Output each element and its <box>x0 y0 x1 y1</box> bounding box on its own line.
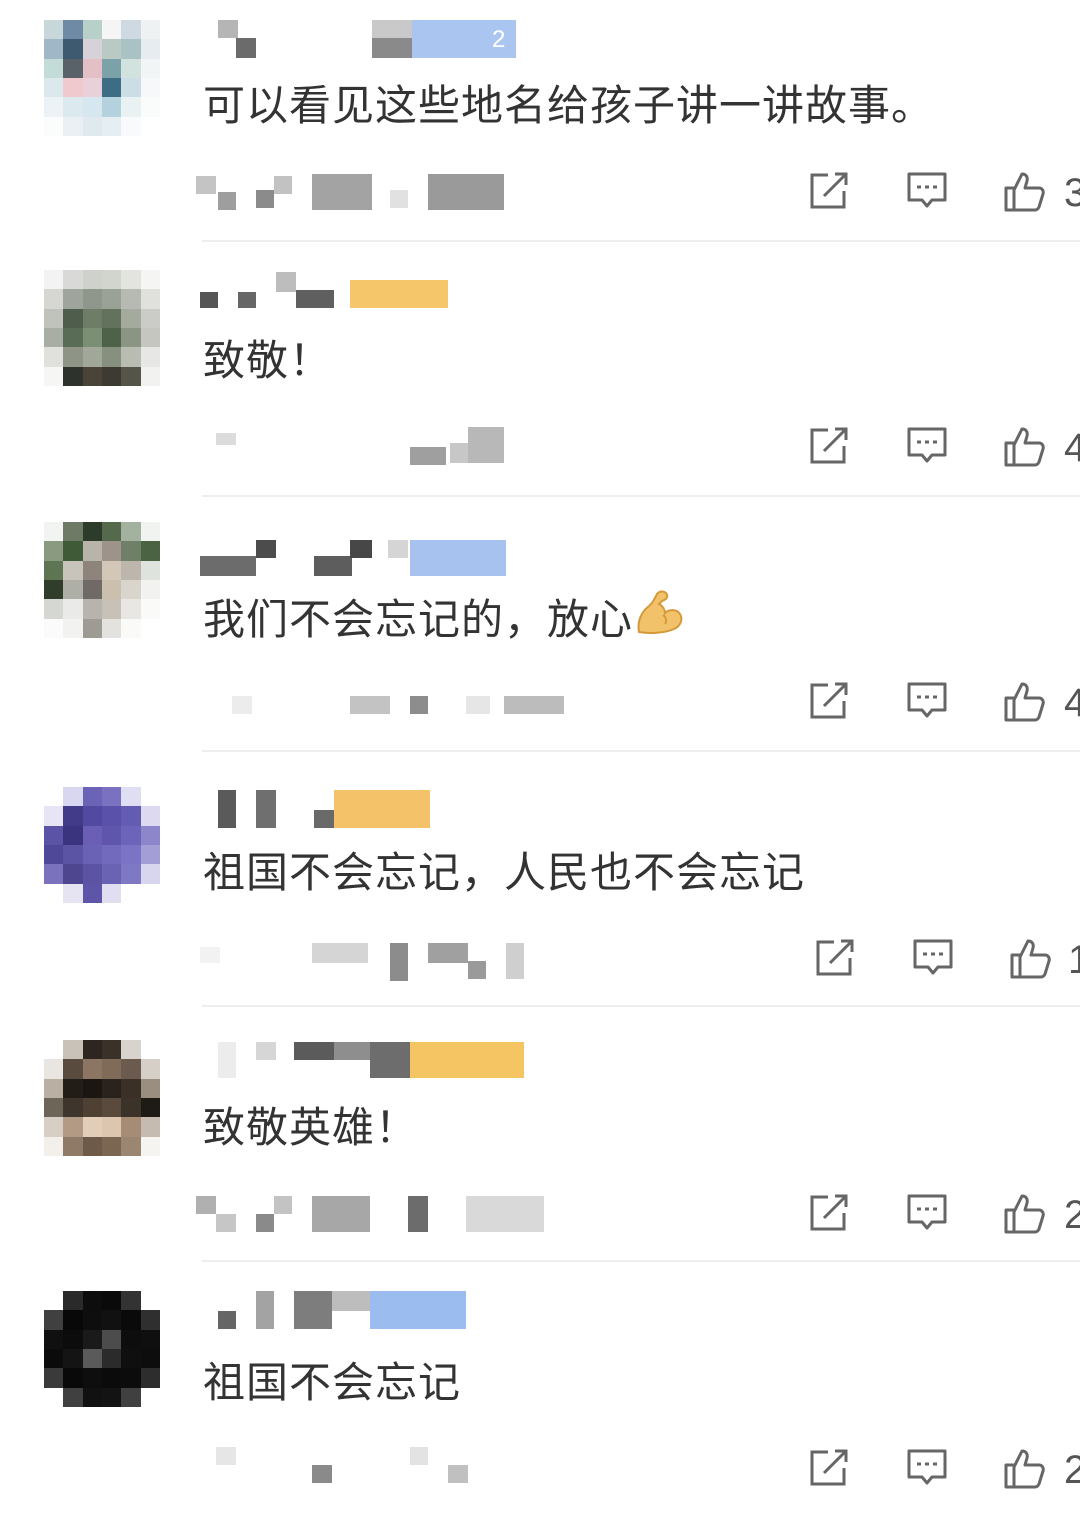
thumbs-up-icon[interactable] <box>1008 935 1054 981</box>
comment-icon[interactable] <box>904 1190 950 1236</box>
comment-meta-blurred <box>196 427 556 467</box>
divider <box>202 1005 1080 1007</box>
comment-icon[interactable] <box>904 1445 950 1491</box>
avatar[interactable] <box>44 1291 160 1407</box>
avatar[interactable] <box>44 522 160 638</box>
comment-meta-blurred <box>196 172 556 212</box>
like-count: 2 <box>1064 1193 1080 1237</box>
avatar[interactable] <box>44 270 160 386</box>
thumbs-up-icon[interactable] <box>1002 423 1048 469</box>
like-count: 1 <box>1068 938 1080 982</box>
comment-meta-blurred <box>196 682 564 722</box>
thumbs-up-icon[interactable] <box>1002 1190 1048 1236</box>
comment-meta-blurred <box>196 941 556 981</box>
comment-text-content: 我们不会忘记的，放心 <box>203 595 634 644</box>
comment-item: 祖国不会忘记 2 <box>0 1275 1080 1530</box>
username-blurred[interactable] <box>200 538 530 578</box>
divider <box>202 1260 1080 1262</box>
comment-item: 2 可以看见这些地名给孩子讲一讲故事。 3 <box>0 0 1080 255</box>
username-blurred[interactable] <box>200 270 530 310</box>
comment-text: 致敬英雄！ <box>203 1103 419 1152</box>
comment-icon[interactable] <box>904 168 950 214</box>
share-icon[interactable] <box>806 1190 852 1236</box>
like-count: 4 <box>1064 681 1080 725</box>
level-badge: 2 <box>492 26 506 53</box>
comment-meta-blurred <box>196 1194 556 1234</box>
avatar[interactable] <box>44 787 160 903</box>
comment-meta-blurred <box>196 1447 556 1487</box>
share-icon[interactable] <box>806 168 852 214</box>
username-blurred[interactable] <box>200 1040 530 1080</box>
comment-item: 致敬！ 4 <box>0 255 1080 510</box>
comment-icon[interactable] <box>904 423 950 469</box>
like-count: 2 <box>1064 1448 1080 1492</box>
share-icon[interactable] <box>812 935 858 981</box>
share-icon[interactable] <box>806 1445 852 1491</box>
comment-item: 致敬英雄！ 2 <box>0 1020 1080 1275</box>
comment-item: 我们不会忘记的，放心 4 <box>0 510 1080 765</box>
username-blurred[interactable]: 2 <box>200 20 530 60</box>
thumbs-up-icon[interactable] <box>1002 1445 1048 1491</box>
comment-item: 祖国不会忘记，人民也不会忘记 1 <box>0 765 1080 1020</box>
avatar[interactable] <box>44 20 160 136</box>
thumbs-up-icon[interactable] <box>1002 168 1048 214</box>
comment-icon[interactable] <box>910 935 956 981</box>
divider <box>202 240 1080 242</box>
share-icon[interactable] <box>806 678 852 724</box>
comment-icon[interactable] <box>904 678 950 724</box>
share-icon[interactable] <box>806 423 852 469</box>
divider <box>202 750 1080 752</box>
like-count: 4 <box>1064 426 1080 470</box>
comment-text: 祖国不会忘记，人民也不会忘记 <box>203 848 806 897</box>
flexed-biceps-icon <box>633 588 685 640</box>
avatar[interactable] <box>44 1040 160 1156</box>
like-count: 3 <box>1064 171 1080 215</box>
comment-text: 致敬！ <box>203 336 333 385</box>
comment-text: 可以看见这些地名给孩子讲一讲故事。 <box>203 81 935 130</box>
comment-text: 祖国不会忘记 <box>203 1358 462 1407</box>
username-blurred[interactable] <box>200 790 530 830</box>
thumbs-up-icon[interactable] <box>1002 678 1048 724</box>
username-blurred[interactable] <box>200 1291 530 1331</box>
comment-text: 我们不会忘记的，放心 <box>203 588 685 648</box>
divider <box>202 495 1080 497</box>
